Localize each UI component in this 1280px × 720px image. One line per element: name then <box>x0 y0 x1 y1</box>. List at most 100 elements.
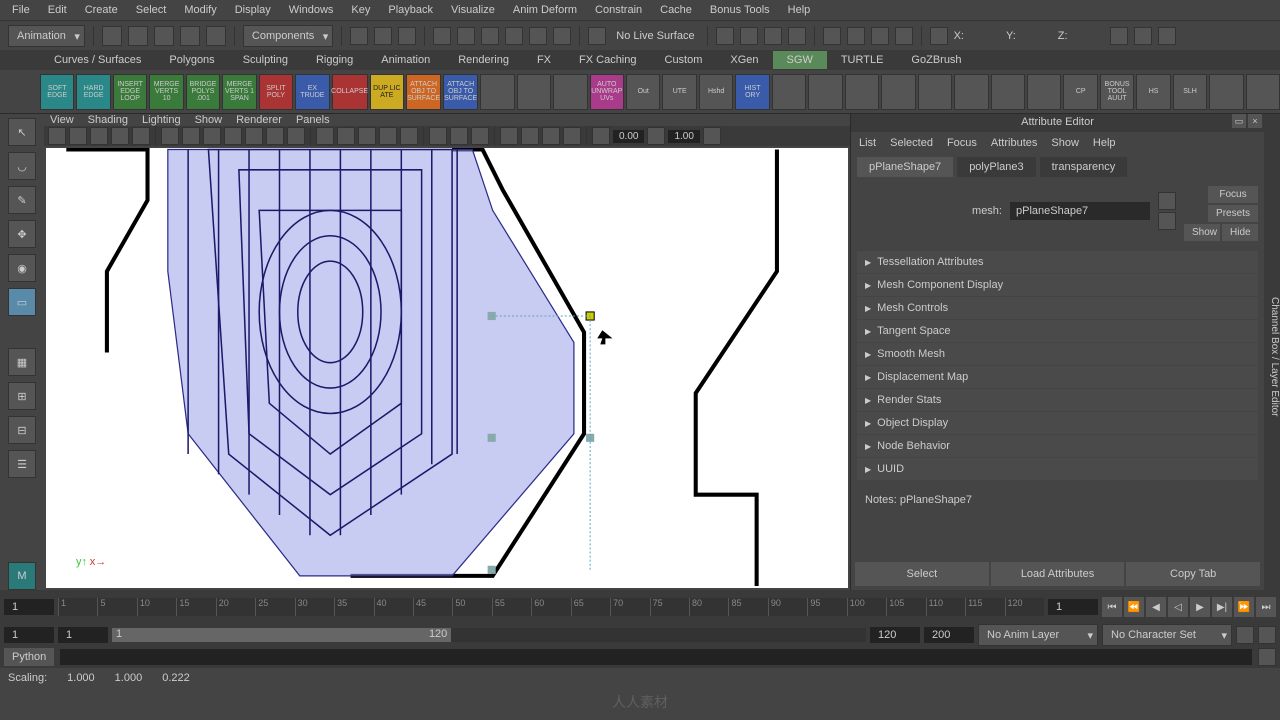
shelf-button-14[interactable] <box>553 74 587 110</box>
vp-gate-mask-icon[interactable] <box>224 127 242 145</box>
vp-shaded-icon[interactable] <box>337 127 355 145</box>
ae-notes-value[interactable]: pPlaneShape7 <box>900 494 972 506</box>
go-to-start-icon[interactable]: ⏮ <box>1102 597 1122 617</box>
ae-hide-button[interactable]: Hide <box>1222 224 1258 241</box>
ae-go-output-icon[interactable] <box>1158 212 1176 230</box>
vp-safe-title-icon[interactable] <box>287 127 305 145</box>
shelf-button-20[interactable] <box>772 74 806 110</box>
vp-select-camera-icon[interactable] <box>48 127 66 145</box>
shelf-tab-gozbrush[interactable]: GoZBrush <box>897 51 975 69</box>
shelf-button-23[interactable] <box>881 74 915 110</box>
sidebar-toggle-icon[interactable] <box>1134 27 1152 45</box>
shelf-button-7[interactable]: EX TRUDE <box>295 74 329 110</box>
shelf-button-33[interactable] <box>1246 74 1280 110</box>
shelf-button-31[interactable]: SLH <box>1173 74 1207 110</box>
snap-point-icon[interactable] <box>481 27 499 45</box>
menu-file[interactable]: File <box>4 2 38 18</box>
vp-menu-view[interactable]: View <box>50 114 74 126</box>
light-editor-icon[interactable] <box>871 27 889 45</box>
ae-tab-shape[interactable]: pPlaneShape7 <box>857 157 953 177</box>
shelf-tab-rendering[interactable]: Rendering <box>444 51 523 69</box>
range-track[interactable]: 1 120 <box>112 628 866 642</box>
ae-menu-help[interactable]: Help <box>1093 137 1116 149</box>
step-back-icon[interactable]: ◀ <box>1146 597 1166 617</box>
shelf-button-10[interactable]: ATTACH OBJ TO SURFACE <box>406 74 441 110</box>
lasso-tool[interactable]: ◡ <box>8 152 36 180</box>
menu-modify[interactable]: Modify <box>176 2 224 18</box>
select-tool[interactable]: ↖ <box>8 118 36 146</box>
render-settings-icon[interactable] <box>788 27 806 45</box>
vp-gamma-value[interactable]: 1.00 <box>668 130 699 143</box>
layout-four-icon[interactable]: ⊞ <box>8 382 36 410</box>
scale-tool[interactable]: ▭ <box>8 288 36 316</box>
shelf-button-13[interactable] <box>517 74 551 110</box>
vp-resolution-gate-icon[interactable] <box>203 127 221 145</box>
ae-menu-selected[interactable]: Selected <box>890 137 933 149</box>
ae-select-button[interactable]: Select <box>855 562 989 586</box>
script-editor-icon[interactable] <box>1258 648 1276 666</box>
menu-create[interactable]: Create <box>77 2 126 18</box>
cmd-input[interactable] <box>60 649 1252 665</box>
cmd-language-button[interactable]: Python <box>4 648 54 666</box>
ae-menu-focus[interactable]: Focus <box>947 137 977 149</box>
menu-key[interactable]: Key <box>343 2 378 18</box>
menu-bonus-tools[interactable]: Bonus Tools <box>702 2 778 18</box>
menu-windows[interactable]: Windows <box>281 2 342 18</box>
abs-transform-icon[interactable] <box>1110 27 1128 45</box>
vp-grid-icon[interactable] <box>161 127 179 145</box>
rotate-tool[interactable]: ◉ <box>8 254 36 282</box>
ae-tab-polyplane[interactable]: polyPlane3 <box>957 157 1035 177</box>
shelf-button-6[interactable]: SPLIT POLY <box>259 74 293 110</box>
vp-exposure-icon[interactable] <box>592 127 610 145</box>
shelf-button-4[interactable]: BRIDGE POLYS .001 <box>186 74 220 110</box>
vp-motion-blur-icon[interactable] <box>521 127 539 145</box>
vp-shadows-icon[interactable] <box>400 127 418 145</box>
shelf-tab-polygons[interactable]: Polygons <box>155 51 228 69</box>
open-scene-icon[interactable] <box>128 26 148 46</box>
range-handle[interactable]: 1 120 <box>112 628 451 642</box>
go-to-end-icon[interactable]: ⏭ <box>1256 597 1276 617</box>
shelf-tab-fxcaching[interactable]: FX Caching <box>565 51 650 69</box>
redo-icon[interactable] <box>206 26 226 46</box>
shelf-button-17[interactable]: UTE <box>662 74 696 110</box>
vp-xray-icon[interactable] <box>450 127 468 145</box>
menu-cache[interactable]: Cache <box>652 2 700 18</box>
shelf-button-3[interactable]: MERGE VERTS 10 <box>149 74 183 110</box>
shelf-tab-custom[interactable]: Custom <box>651 51 717 69</box>
ae-section-uuid[interactable]: UUID <box>857 458 1258 480</box>
panel-layout-icon[interactable] <box>930 27 948 45</box>
vp-menu-shading[interactable]: Shading <box>88 114 128 126</box>
range-playback-end-field[interactable]: 120 <box>870 627 920 643</box>
menu-constrain[interactable]: Constrain <box>587 2 650 18</box>
ae-section-displacement-map[interactable]: Displacement Map <box>857 366 1258 388</box>
outliner-icon[interactable]: ☰ <box>8 450 36 478</box>
select-by-hierarchy-icon[interactable] <box>350 27 368 45</box>
ae-focus-button[interactable]: Focus <box>1208 186 1258 203</box>
shelf-button-9[interactable]: DUP LIC ATE <box>370 74 404 110</box>
ipr-render-icon[interactable] <box>764 27 782 45</box>
undo-icon[interactable] <box>180 26 200 46</box>
vp-2d-pan-icon[interactable] <box>111 127 129 145</box>
shelf-button-15[interactable]: AUTO UNWRAP UVs <box>590 74 624 110</box>
menu-playback[interactable]: Playback <box>380 2 441 18</box>
viewport[interactable]: y↑ x→ <box>46 148 848 588</box>
ae-close-icon[interactable]: × <box>1248 114 1262 128</box>
shelf-button-25[interactable] <box>954 74 988 110</box>
ae-section-mesh-component-display[interactable]: Mesh Component Display <box>857 274 1258 296</box>
range-end-field[interactable]: 200 <box>924 627 974 643</box>
shelf-tab-curves[interactable]: Curves / Surfaces <box>40 51 155 69</box>
shelf-tab-animation[interactable]: Animation <box>367 51 444 69</box>
make-live-icon[interactable] <box>588 27 606 45</box>
menu-help[interactable]: Help <box>780 2 819 18</box>
shelf-button-24[interactable] <box>918 74 952 110</box>
ae-load-attributes-button[interactable]: Load Attributes <box>991 562 1125 586</box>
shelf-button-19[interactable]: HIST ORY <box>735 74 769 110</box>
vp-field-chart-icon[interactable] <box>245 127 263 145</box>
select-mode-dropdown[interactable]: Components <box>243 25 333 47</box>
shelf-button-30[interactable]: HS <box>1136 74 1170 110</box>
shelf-tab-turtle[interactable]: TURTLE <box>827 51 898 69</box>
shelf-button-29[interactable]: BONUS TOOL AUUT <box>1100 74 1134 110</box>
timeline-track[interactable]: 1510152025303540455055606570758085909510… <box>58 598 1044 616</box>
step-forward-key-icon[interactable]: ⏩ <box>1234 597 1254 617</box>
ae-section-render-stats[interactable]: Render Stats <box>857 389 1258 411</box>
